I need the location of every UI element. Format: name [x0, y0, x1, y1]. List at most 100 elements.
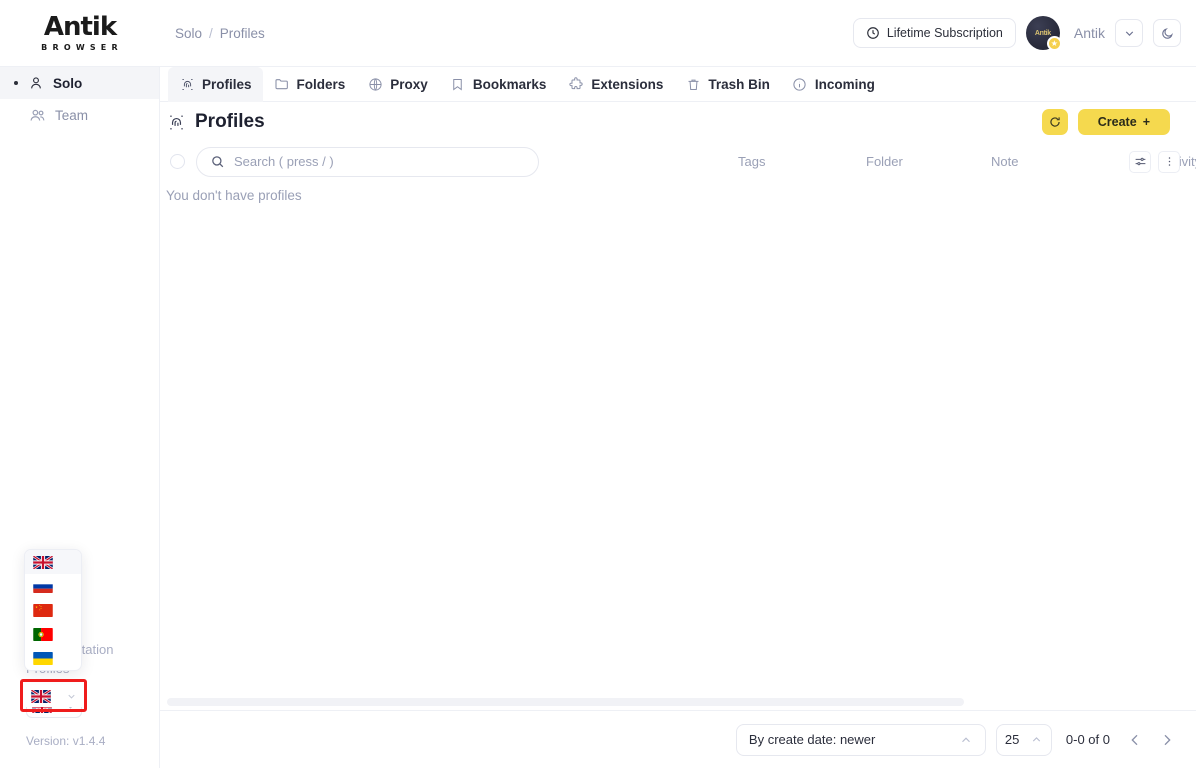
language-dropdown-menu[interactable]	[24, 549, 82, 671]
horizontal-scrollbar[interactable]	[167, 698, 1179, 706]
folder-icon	[274, 76, 290, 92]
tab-proxy[interactable]: Proxy	[356, 67, 439, 102]
select-all-checkbox[interactable]	[170, 154, 185, 169]
table-header-row: Tags Folder Note Activity	[160, 145, 1196, 178]
breadcrumb-separator: /	[209, 25, 213, 41]
app-version: Version: v1.4.4	[26, 734, 106, 748]
pagination-prev-button[interactable]	[1124, 727, 1146, 753]
flag-uk-icon	[31, 689, 51, 703]
page-title: Profiles	[167, 111, 265, 133]
info-icon	[792, 76, 808, 92]
chevron-down-icon	[66, 691, 77, 702]
refresh-button[interactable]	[1041, 109, 1068, 135]
empty-state-message: You don't have profiles	[166, 188, 302, 203]
language-selector-current[interactable]	[26, 685, 82, 707]
flag-cn-icon	[33, 603, 53, 617]
flag-uk-icon	[33, 555, 53, 569]
language-option-pt[interactable]	[25, 622, 81, 646]
tab-profiles[interactable]: Profiles	[168, 66, 263, 102]
theme-toggle-button[interactable]	[1153, 19, 1181, 47]
language-option-en[interactable]	[25, 550, 81, 574]
lifetime-subscription-button[interactable]: Lifetime Subscription	[852, 18, 1016, 48]
sidebar-item-label: Team	[55, 107, 89, 123]
page-size-value: 25	[1004, 732, 1020, 747]
column-header-folder: Folder	[866, 154, 903, 169]
user-icon	[27, 75, 44, 92]
user-name: Antik	[1073, 25, 1105, 41]
logo-subtext: BROWSER	[41, 43, 123, 52]
tab-label: Profiles	[202, 76, 252, 92]
column-header-note: Note	[991, 154, 1019, 169]
tab-label: Trash Bin	[708, 76, 770, 92]
plus-icon: +	[1142, 115, 1150, 129]
avatar[interactable]: Antik ★	[1025, 16, 1062, 51]
clock-icon	[866, 26, 880, 40]
logo-text: Antik	[43, 12, 117, 42]
chevron-up-icon	[1030, 733, 1043, 746]
fingerprint-icon	[179, 76, 195, 92]
refresh-icon	[1048, 115, 1062, 129]
trash-icon	[685, 76, 701, 92]
sort-select-value: By create date: newer	[748, 732, 876, 747]
tab-folders[interactable]: Folders	[263, 67, 357, 102]
tab-label: Folders	[296, 76, 346, 92]
tab-label: Proxy	[390, 76, 428, 92]
flag-pt-icon	[33, 627, 53, 641]
page-title-text: Profiles	[195, 111, 265, 132]
search-box[interactable]	[196, 146, 539, 177]
flag-ru-icon	[33, 579, 53, 593]
tab-trash-bin[interactable]: Trash Bin	[674, 67, 781, 102]
sliders-icon-button[interactable]	[1129, 150, 1151, 173]
top-bar-actions: Lifetime Subscription Antik ★ Antik	[852, 16, 1181, 51]
avatar-badge-icon: ★	[1046, 36, 1062, 51]
create-button[interactable]: Create +	[1077, 109, 1170, 135]
subscription-label: Lifetime Subscription	[886, 26, 1003, 40]
tab-bookmarks[interactable]: Bookmarks	[439, 67, 558, 102]
app-logo[interactable]: Antik BROWSER	[0, 0, 160, 67]
active-dot-icon	[14, 81, 18, 85]
footer-bar: By create date: newer 25 0-0 of 0	[160, 710, 1196, 768]
page-header-actions: Create +	[1041, 109, 1170, 135]
pagination-range: 0-0 of 0	[1065, 732, 1110, 747]
more-vertical-icon	[1163, 155, 1176, 168]
page-header: Profiles Create +	[160, 103, 1196, 141]
sidebar-item-solo[interactable]: Solo	[0, 67, 159, 99]
column-header-tags: Tags	[738, 154, 766, 169]
tab-label: Bookmarks	[472, 76, 547, 92]
tab-extensions[interactable]: Extensions	[557, 67, 674, 102]
user-menu-button[interactable]	[1115, 19, 1143, 47]
language-option-uk[interactable]	[25, 646, 81, 670]
chevron-down-icon	[1123, 27, 1136, 40]
puzzle-icon	[568, 76, 584, 92]
sidebar-item-team[interactable]: Team	[0, 99, 159, 131]
table-tools	[1129, 150, 1180, 173]
search-icon	[210, 154, 225, 169]
flag-ua-icon	[33, 651, 53, 665]
top-bar: Antik BROWSER Solo / Profiles Lifetime S…	[0, 0, 1196, 67]
tab-label: Extensions	[591, 76, 664, 92]
avatar-initials: Antik	[1034, 29, 1051, 37]
bookmark-icon	[450, 76, 466, 92]
fingerprint-icon	[167, 113, 186, 132]
chevron-left-icon	[1127, 732, 1143, 748]
tab-incoming[interactable]: Incoming	[781, 67, 886, 102]
language-option-zh[interactable]	[25, 598, 81, 622]
pagination-next-button[interactable]	[1156, 727, 1178, 753]
main-tabs: Profiles Folders Proxy Bookmarks Extensi…	[160, 66, 1196, 102]
breadcrumb: Solo / Profiles	[175, 26, 265, 41]
horizontal-scrollbar-thumb[interactable]	[167, 698, 964, 706]
users-icon	[29, 107, 46, 124]
language-option-ru[interactable]	[25, 574, 81, 598]
more-options-button[interactable]	[1158, 150, 1180, 173]
sliders-icon	[1134, 155, 1147, 168]
chevron-right-icon	[1159, 732, 1175, 748]
chevron-up-icon	[959, 733, 973, 747]
globe-icon	[367, 76, 383, 92]
sort-select[interactable]: By create date: newer	[735, 723, 986, 756]
page-size-select[interactable]: 25	[995, 723, 1052, 756]
search-input[interactable]	[234, 154, 525, 169]
moon-icon	[1161, 27, 1174, 40]
breadcrumb-root[interactable]: Solo	[175, 26, 202, 41]
breadcrumb-current[interactable]: Profiles	[220, 26, 265, 41]
tab-label: Incoming	[814, 76, 875, 92]
